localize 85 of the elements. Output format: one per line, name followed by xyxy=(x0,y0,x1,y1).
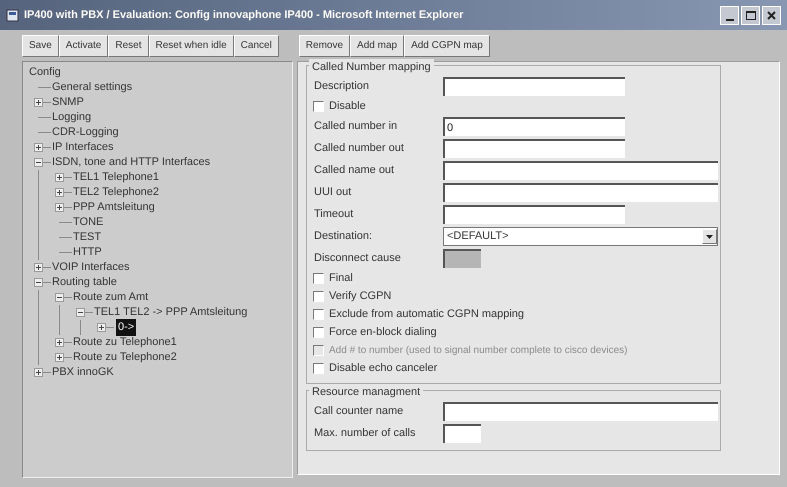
tree-item[interactable]: IP Interfaces xyxy=(52,139,114,156)
field-label: Called number in xyxy=(314,119,398,134)
toolbar-button[interactable]: Cancel xyxy=(234,34,279,56)
tree-item[interactable]: TEL2 Telephone2 xyxy=(73,184,160,201)
expand-icon[interactable] xyxy=(34,143,43,152)
tree-item[interactable]: 0-> xyxy=(116,319,136,336)
field-label: Max. number of calls xyxy=(314,426,416,441)
group-legend: Called Number mapping xyxy=(309,59,434,76)
collapse-icon[interactable] xyxy=(34,278,43,287)
input-field[interactable] xyxy=(443,139,625,158)
close-button[interactable] xyxy=(762,6,781,24)
checkbox[interactable] xyxy=(313,291,324,302)
input-field[interactable]: 0 xyxy=(443,117,625,136)
tree-item[interactable]: Routing table xyxy=(52,274,117,291)
collapse-icon[interactable] xyxy=(55,293,64,302)
input-field[interactable] xyxy=(443,77,625,96)
checkbox[interactable] xyxy=(313,309,324,320)
collapse-icon[interactable] xyxy=(34,158,43,167)
maximize-icon xyxy=(746,10,756,20)
toolbar-button[interactable]: Reset xyxy=(108,34,148,56)
checkbox-label: Verify CGPN xyxy=(329,289,392,304)
expand-icon[interactable] xyxy=(34,368,43,377)
field-label: Called name out xyxy=(314,163,396,178)
toolbar-button[interactable]: Remove xyxy=(298,34,350,56)
collapse-icon[interactable] xyxy=(76,308,85,317)
field-label: Called number out xyxy=(314,141,405,156)
tree-item[interactable]: Config xyxy=(29,64,61,81)
input-field[interactable] xyxy=(443,424,481,442)
checkbox[interactable] xyxy=(313,273,324,284)
tree-item[interactable]: ISDN, tone and HTTP Interfaces xyxy=(52,154,210,171)
field-label: Destination: xyxy=(314,229,374,244)
minimize-icon xyxy=(726,18,734,20)
checkbox[interactable] xyxy=(313,101,324,112)
tree-item[interactable]: Logging xyxy=(52,109,92,126)
toolbar-button[interactable]: Activate xyxy=(58,34,108,56)
toolbar-button[interactable]: Save xyxy=(22,34,59,56)
field-label: Call counter name xyxy=(314,404,404,419)
input-field[interactable] xyxy=(443,161,718,180)
tree-item[interactable]: Route zu Telephone1 xyxy=(73,334,177,351)
window-title: IP400 with PBX / Evaluation: Config innovaphone IP400 - Microsoft Internet Explorer xyxy=(24,8,464,23)
destination-dropdown[interactable]: <DEFAULT> xyxy=(443,227,718,246)
checkbox-label: Final xyxy=(329,271,353,286)
expand-icon[interactable] xyxy=(55,338,64,347)
toolbar-button[interactable]: Reset when idle xyxy=(148,34,234,56)
tree-item[interactable]: TEL1 TEL2 -> PPP Amtsleitung xyxy=(94,304,248,321)
checkbox-label: Disable echo canceler xyxy=(329,361,438,376)
tree-item[interactable]: Route zum Amt xyxy=(73,289,148,306)
field-label: UUI out xyxy=(314,185,352,200)
tree-item[interactable]: TEST xyxy=(73,229,102,246)
expand-icon[interactable] xyxy=(55,353,64,362)
field-label: Timeout xyxy=(314,207,354,222)
field-label: Description xyxy=(314,79,370,94)
browser-icon xyxy=(6,8,19,22)
expand-icon[interactable] xyxy=(55,173,64,182)
checkbox-label: Disable xyxy=(329,99,366,114)
close-icon xyxy=(767,10,776,20)
expand-icon[interactable] xyxy=(34,263,43,272)
checkbox[interactable] xyxy=(313,363,324,374)
checkbox[interactable] xyxy=(313,327,324,338)
checkbox-label: Exclude from automatic CGPN mapping xyxy=(329,307,524,322)
tree-item[interactable]: SNMP xyxy=(52,94,84,111)
tree-item[interactable]: PPP Amtsleitung xyxy=(73,199,155,216)
input-field[interactable] xyxy=(443,402,718,420)
tree-item[interactable]: Route zu Telephone2 xyxy=(73,349,177,366)
expand-icon[interactable] xyxy=(97,323,106,332)
checkbox-label: Force en-block dialing xyxy=(329,325,437,340)
expand-icon[interactable] xyxy=(34,98,43,107)
toolbar-button[interactable]: Add CGPN map xyxy=(404,34,490,56)
input-field[interactable] xyxy=(443,205,625,224)
tree-item[interactable]: HTTP xyxy=(73,244,102,261)
tree-item[interactable]: PBX innoGK xyxy=(52,364,114,381)
input-field[interactable] xyxy=(443,183,718,202)
checkbox-label: Add # to number (used to signal number complete to cisco devices) xyxy=(329,344,628,358)
minimize-button[interactable] xyxy=(720,6,739,24)
tree-item[interactable]: TEL1 Telephone1 xyxy=(73,169,160,186)
toolbar-button[interactable]: Add map xyxy=(350,34,404,56)
maximize-button[interactable] xyxy=(741,6,760,24)
expand-icon[interactable] xyxy=(55,188,64,197)
tree-item[interactable]: General settings xyxy=(52,79,132,96)
tree-item[interactable]: CDR-Logging xyxy=(52,124,119,141)
tree-item[interactable]: TONE xyxy=(73,214,104,231)
tree-item[interactable]: VOIP Interfaces xyxy=(52,259,130,276)
expand-icon[interactable] xyxy=(55,203,64,212)
dropdown-arrow-icon xyxy=(706,234,713,238)
field-label: Disconnect cause xyxy=(314,251,402,266)
